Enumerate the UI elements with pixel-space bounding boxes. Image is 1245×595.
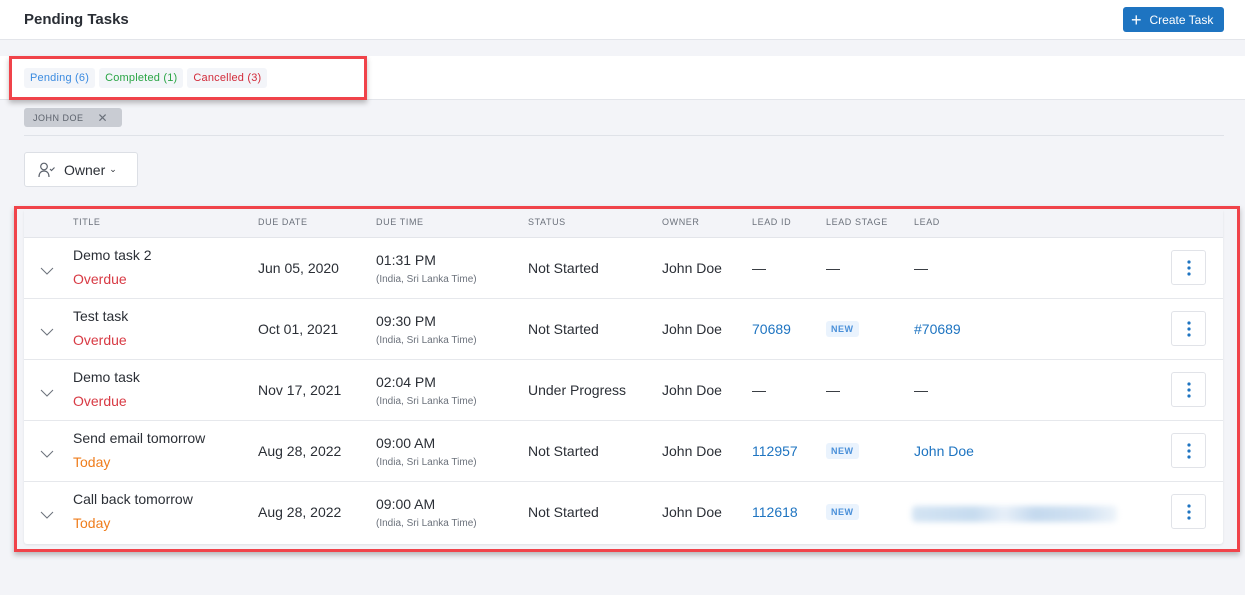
more-vertical-icon — [1187, 504, 1191, 520]
more-vertical-icon — [1187, 443, 1191, 459]
due-date: Jun 05, 2020 — [258, 260, 339, 276]
lead-link[interactable]: #70689 — [914, 321, 961, 337]
lead-stage: — — [826, 260, 840, 276]
lead-id: — — [752, 260, 766, 276]
task-owner: John Doe — [662, 321, 722, 337]
due-indicator: Overdue — [73, 332, 127, 348]
due-indicator: Overdue — [73, 271, 127, 287]
tab-pending[interactable]: Pending (6) — [24, 68, 95, 88]
column-header-due-time[interactable]: DUE TIME — [376, 217, 424, 227]
due-indicator: Overdue — [73, 393, 127, 409]
due-date: Nov 17, 2021 — [258, 382, 341, 398]
row-actions-button[interactable] — [1171, 433, 1206, 468]
lead-link: — — [914, 260, 928, 276]
lead-link: — — [914, 382, 928, 398]
task-status: Not Started — [528, 321, 599, 337]
lead-id: — — [752, 382, 766, 398]
row-actions-button[interactable] — [1171, 372, 1206, 407]
table-row: Send email tomorrow Today Aug 28, 2022 0… — [24, 421, 1223, 482]
task-owner: John Doe — [662, 260, 722, 276]
lead-link[interactable]: John Doe — [914, 443, 974, 459]
chevron-down-icon[interactable] — [40, 323, 54, 341]
tab-cancelled[interactable]: Cancelled (3) — [187, 68, 267, 88]
column-header-owner[interactable]: OWNER — [662, 217, 700, 227]
plus-icon: + — [1131, 11, 1142, 29]
page-title: Pending Tasks — [24, 11, 129, 28]
column-header-lead-id[interactable]: LEAD ID — [752, 217, 791, 227]
lead-stage: NEW — [826, 443, 859, 459]
lead-id[interactable]: 70689 — [752, 321, 791, 337]
timezone: (India, Sri Lanka Time) — [376, 335, 477, 346]
owner-filter-button[interactable]: Owner ⌄ — [24, 152, 138, 187]
table-header: TITLE DUE DATE DUE TIME STATUS OWNER LEA… — [24, 209, 1223, 238]
lead-id[interactable]: 112957 — [752, 443, 798, 459]
row-actions-button[interactable] — [1171, 311, 1206, 346]
column-header-due-date[interactable]: DUE DATE — [258, 217, 308, 227]
table-row: Call back tomorrow Today Aug 28, 2022 09… — [24, 482, 1223, 543]
task-status: Not Started — [528, 504, 599, 520]
chevron-down-icon[interactable] — [40, 262, 54, 280]
row-actions-button[interactable] — [1171, 494, 1206, 529]
column-header-lead-stage[interactable]: LEAD STAGE — [826, 217, 888, 227]
timezone: (India, Sri Lanka Time) — [376, 274, 477, 285]
task-owner: John Doe — [662, 443, 722, 459]
more-vertical-icon — [1187, 382, 1191, 398]
table-row: Demo task 2 Overdue Jun 05, 2020 01:31 P… — [24, 238, 1223, 299]
create-task-button[interactable]: + Create Task — [1123, 7, 1224, 32]
task-title[interactable]: Call back tomorrow — [73, 491, 193, 507]
table-row: Test task Overdue Oct 01, 2021 09:30 PM … — [24, 299, 1223, 360]
timezone: (India, Sri Lanka Time) — [376, 396, 477, 407]
timezone: (India, Sri Lanka Time) — [376, 457, 477, 468]
task-title[interactable]: Demo task 2 — [73, 247, 152, 263]
due-time: 09:00 AM — [376, 496, 435, 512]
user-check-icon — [38, 162, 56, 178]
chevron-down-icon[interactable] — [40, 445, 54, 463]
due-date: Oct 01, 2021 — [258, 321, 338, 337]
more-vertical-icon — [1187, 260, 1191, 276]
due-time: 09:00 AM — [376, 435, 435, 451]
column-header-title[interactable]: TITLE — [73, 217, 101, 227]
due-time: 09:30 PM — [376, 313, 436, 329]
status-tabs-bar: Pending (6) Completed (1) Cancelled (3) — [0, 56, 1245, 100]
lead-stage: — — [826, 382, 840, 398]
task-status: Not Started — [528, 260, 599, 276]
timezone: (India, Sri Lanka Time) — [376, 518, 477, 529]
row-actions-button[interactable] — [1171, 250, 1206, 285]
due-date: Aug 28, 2022 — [258, 443, 341, 459]
table-body: Demo task 2 Overdue Jun 05, 2020 01:31 P… — [24, 238, 1223, 543]
top-bar: Pending Tasks + Create Task — [0, 0, 1245, 40]
close-icon[interactable]: ✕ — [98, 111, 109, 125]
due-time: 02:04 PM — [376, 374, 436, 390]
task-title[interactable]: Send email tomorrow — [73, 430, 205, 446]
chevron-down-icon: ⌄ — [109, 164, 117, 175]
chevron-down-icon[interactable] — [40, 506, 54, 524]
owner-filter-label: Owner — [64, 162, 105, 178]
lead-stage: NEW — [826, 321, 859, 337]
owner-filter-chip: JOHN DOE ✕ — [24, 108, 122, 127]
tasks-table: TITLE DUE DATE DUE TIME STATUS OWNER LEA… — [24, 209, 1223, 544]
due-indicator: Today — [73, 454, 110, 470]
task-title[interactable]: Demo task — [73, 369, 140, 385]
more-vertical-icon — [1187, 321, 1191, 337]
status-tabs: Pending (6) Completed (1) Cancelled (3) — [24, 68, 267, 88]
chevron-down-icon[interactable] — [40, 384, 54, 402]
chip-label: JOHN DOE — [33, 113, 84, 123]
tab-completed[interactable]: Completed (1) — [99, 68, 183, 88]
task-owner: John Doe — [662, 382, 722, 398]
task-status: Not Started — [528, 443, 599, 459]
lead-stage: NEW — [826, 504, 859, 520]
lead-link-redacted[interactable] — [912, 506, 1117, 522]
lead-id[interactable]: 112618 — [752, 504, 798, 520]
table-row: Demo task Overdue Nov 17, 2021 02:04 PM … — [24, 360, 1223, 421]
create-task-label: Create Task — [1150, 13, 1214, 27]
divider — [24, 135, 1224, 136]
task-status: Under Progress — [528, 382, 626, 398]
column-header-status[interactable]: STATUS — [528, 217, 566, 227]
due-indicator: Today — [73, 515, 110, 531]
due-date: Aug 28, 2022 — [258, 504, 341, 520]
due-time: 01:31 PM — [376, 252, 436, 268]
column-header-lead[interactable]: LEAD — [914, 217, 940, 227]
task-title[interactable]: Test task — [73, 308, 128, 324]
task-owner: John Doe — [662, 504, 722, 520]
